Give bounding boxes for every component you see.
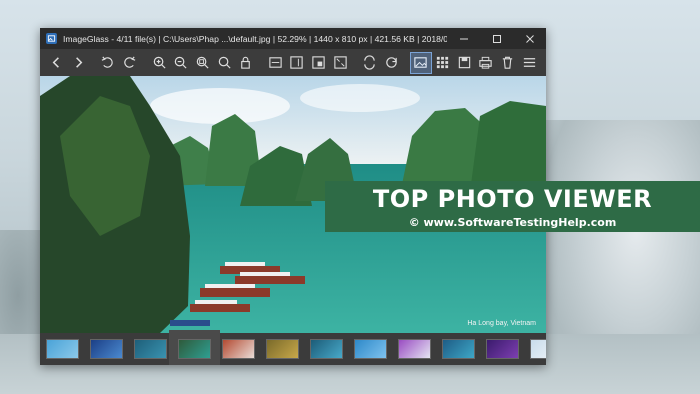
close-button[interactable] <box>513 28 546 49</box>
window-title: ImageGlass - 4/11 file(s) | C:\Users\Pha… <box>63 33 447 44</box>
maximize-button[interactable] <box>480 28 513 49</box>
grid-icon <box>436 56 449 69</box>
thumbnail-bar-button[interactable] <box>409 51 432 74</box>
thumbnail-item[interactable] <box>134 339 167 359</box>
previous-image-button[interactable] <box>46 52 68 74</box>
minimize-icon <box>459 38 468 39</box>
scale-fill-button[interactable] <box>329 52 351 74</box>
auto-zoom-icon <box>312 56 325 69</box>
thumbnail-item[interactable] <box>169 330 220 365</box>
rotate-left-icon <box>102 56 114 68</box>
banner-title: TOP PHOTO VIEWER <box>372 185 653 213</box>
thumbnail-item[interactable] <box>354 339 387 359</box>
chevron-left-icon <box>52 57 60 68</box>
thumbnail-item[interactable] <box>90 339 123 359</box>
zoom-lock-icon <box>218 56 231 69</box>
thumbnail-item[interactable] <box>442 339 475 359</box>
toolbar <box>40 49 546 76</box>
auto-zoom-button[interactable] <box>308 52 330 74</box>
scale-width-icon <box>269 57 282 68</box>
save-button[interactable] <box>453 52 475 74</box>
scale-width-button[interactable] <box>264 52 286 74</box>
scale-height-icon <box>290 56 304 69</box>
thumbnail-bar <box>40 330 546 365</box>
thumbnail-item[interactable] <box>530 339 546 359</box>
next-image-button[interactable] <box>68 52 90 74</box>
rotate-right-button[interactable] <box>119 52 141 74</box>
lock-icon <box>241 56 250 69</box>
zoom-in-button[interactable] <box>148 52 170 74</box>
rotate-left-button[interactable] <box>97 52 119 74</box>
banner: TOP PHOTO VIEWER © www.SoftwareTestingHe… <box>325 181 700 232</box>
delete-button[interactable] <box>497 52 519 74</box>
lock-button[interactable] <box>235 52 257 74</box>
checkerboard-button[interactable] <box>432 52 454 74</box>
zoom-out-button[interactable] <box>170 52 192 74</box>
print-button[interactable] <box>475 52 497 74</box>
menu-icon <box>523 58 535 67</box>
app-icon <box>46 33 57 44</box>
thumbnail-item[interactable] <box>222 339 255 359</box>
zoom-in-icon <box>153 56 166 69</box>
thumbnail-item[interactable] <box>310 339 343 359</box>
chevron-right-icon <box>76 57 83 68</box>
print-icon <box>479 56 492 69</box>
slideshow-icon <box>385 57 397 68</box>
close-icon <box>525 34 534 43</box>
scale-to-fill-icon <box>333 56 347 69</box>
minimize-button[interactable] <box>447 28 480 49</box>
thumbnail-item[interactable] <box>398 339 431 359</box>
image-caption: Ha Long bay, Vietnam <box>467 320 536 327</box>
zoom-lock-button[interactable] <box>213 52 235 74</box>
maximize-icon <box>492 34 501 43</box>
slideshow-button[interactable] <box>380 52 402 74</box>
refresh-button[interactable] <box>359 52 381 74</box>
title-bar[interactable]: ImageGlass - 4/11 file(s) | C:\Users\Pha… <box>40 28 546 49</box>
refresh-icon <box>364 55 375 70</box>
thumbnail-item[interactable] <box>486 339 519 359</box>
thumbnail-item[interactable] <box>266 339 299 359</box>
actual-size-button[interactable] <box>192 52 214 74</box>
main-menu-button[interactable] <box>518 52 540 74</box>
save-icon <box>458 56 470 69</box>
rotate-right-icon <box>124 56 136 68</box>
scale-height-button[interactable] <box>286 52 308 74</box>
thumbnail-bar-icon <box>414 57 428 68</box>
zoom-fit-icon <box>196 56 209 69</box>
trash-icon <box>502 56 513 69</box>
zoom-out-icon <box>175 56 187 69</box>
thumbnail-item[interactable] <box>46 339 79 359</box>
banner-subtitle: © www.SoftwareTestingHelp.com <box>408 216 617 229</box>
